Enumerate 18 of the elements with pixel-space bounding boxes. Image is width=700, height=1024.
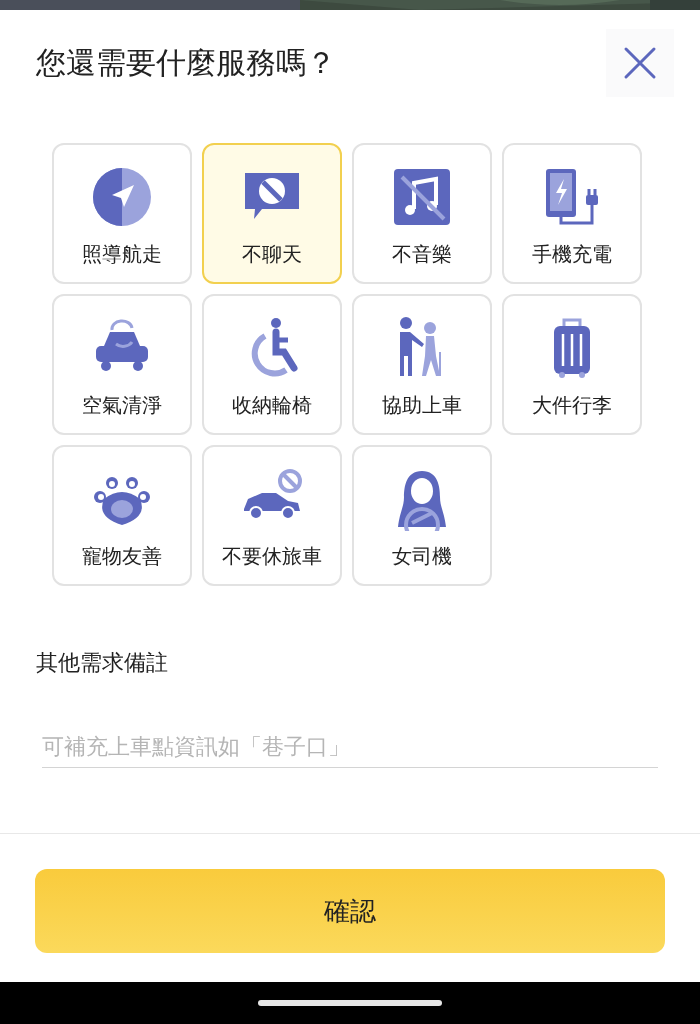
- service-option[interactable]: 大件行李: [502, 294, 642, 435]
- service-option[interactable]: 不要休旅車: [202, 445, 342, 586]
- service-option[interactable]: 女司機: [352, 445, 492, 586]
- service-option[interactable]: 照導航走: [52, 143, 192, 284]
- service-option[interactable]: 手機充電: [502, 143, 642, 284]
- service-option[interactable]: 不音樂: [352, 143, 492, 284]
- note-label: 其他需求備註: [36, 649, 169, 677]
- navigation-icon: [90, 165, 154, 229]
- confirm-button[interactable]: 確認: [35, 869, 665, 953]
- close-icon: [623, 46, 657, 80]
- service-option[interactable]: 收納輪椅: [202, 294, 342, 435]
- note-field[interactable]: 可補充上車點資訊如「巷子口」: [42, 734, 658, 768]
- dialog-title: 您還需要什麼服務嗎？: [36, 43, 336, 82]
- service-option[interactable]: 寵物友善: [52, 445, 192, 586]
- service-option[interactable]: 空氣清淨: [52, 294, 192, 435]
- service-option[interactable]: 協助上車: [352, 294, 492, 435]
- service-option[interactable]: 不聊天: [202, 143, 342, 284]
- close-button[interactable]: [606, 29, 674, 97]
